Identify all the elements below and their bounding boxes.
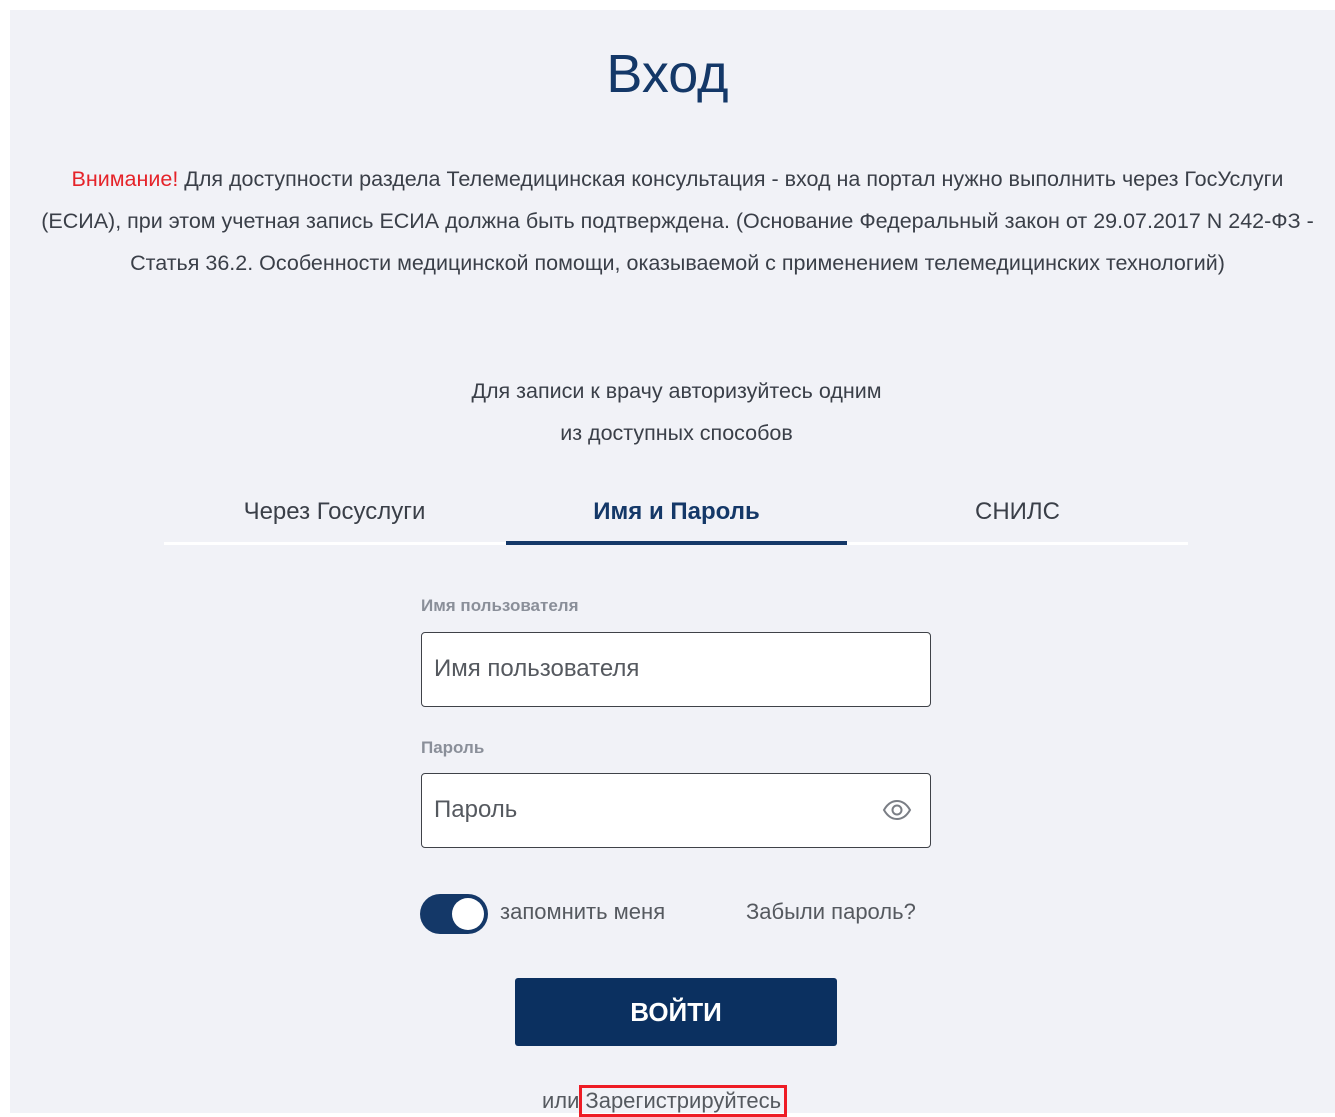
- register-line: или Зарегистрируйтесь: [542, 1085, 788, 1117]
- forgot-password-link[interactable]: Забыли пароль?: [746, 899, 916, 925]
- username-input[interactable]: [434, 633, 864, 705]
- page-title: Вход: [606, 44, 729, 104]
- tab-snils[interactable]: СНИЛС: [847, 485, 1188, 545]
- register-link[interactable]: Зарегистрируйтесь: [579, 1085, 788, 1117]
- remember-me-label: запомнить меня: [500, 899, 666, 924]
- login-method-tabs: Через Госуслуги Имя и Пароль СНИЛС: [164, 485, 1188, 545]
- remember-me-toggle[interactable]: [420, 894, 488, 934]
- eye-icon[interactable]: [882, 798, 912, 822]
- password-input[interactable]: [434, 774, 864, 846]
- tab-username-password[interactable]: Имя и Пароль: [506, 485, 847, 545]
- subtitle-line-2: из доступных способов: [560, 421, 793, 445]
- password-label: Пароль: [421, 738, 485, 757]
- password-field-box: [421, 773, 931, 848]
- notice-warning-label: Внимание!: [71, 167, 179, 191]
- login-button[interactable]: ВОЙТИ: [515, 978, 837, 1046]
- notice-text: Для доступности раздела Телемедицинская …: [41, 167, 1314, 275]
- login-subtitle: Для записи к врачу авторизуйтесь одним и…: [0, 370, 1335, 454]
- username-label: Имя пользователя: [421, 596, 579, 615]
- telemedicine-notice: Внимание! Для доступности раздела Телеме…: [40, 158, 1315, 284]
- tab-gosuslugi[interactable]: Через Госуслуги: [164, 485, 505, 545]
- subtitle-line-1: Для записи к врачу авторизуйтесь одним: [471, 379, 882, 403]
- register-prefix: или: [542, 1088, 580, 1113]
- toggle-knob: [452, 898, 484, 930]
- username-field-box: [421, 632, 931, 707]
